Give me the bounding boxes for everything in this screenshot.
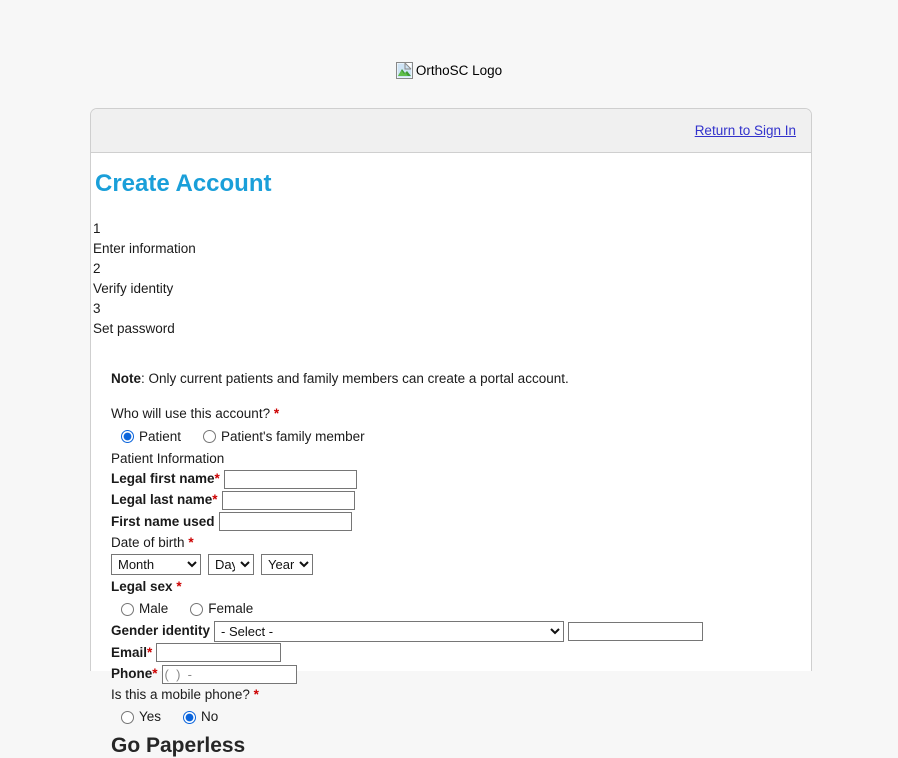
step-number-1: 1 — [93, 219, 811, 239]
legal-first-name-required-marker: * — [215, 469, 220, 489]
mobile-phone-question-label: Is this a mobile phone? * — [111, 685, 811, 705]
dob-day-select[interactable]: Day — [208, 554, 254, 575]
legal-last-name-row: Legal last name * — [111, 490, 811, 510]
legal-sex-option-female[interactable]: Female — [190, 599, 253, 619]
progress-steps: 1 Enter information 2 Verify identity 3 … — [91, 219, 811, 339]
gender-identity-row: Gender identity - Select - — [111, 621, 811, 642]
legal-sex-label: Legal sex * — [111, 577, 811, 597]
go-paperless-heading: Go Paperless — [111, 734, 811, 758]
legal-sex-option-male-label: Male — [139, 599, 168, 619]
legal-sex-option-female-label: Female — [208, 599, 253, 619]
legal-first-name-input[interactable] — [224, 470, 357, 489]
step-item-3: 3 Set password — [93, 299, 811, 339]
who-option-family-member[interactable]: Patient's family member — [203, 427, 365, 447]
panel-header: Return to Sign In — [91, 109, 811, 153]
who-required-marker: * — [274, 406, 279, 421]
step-label-3: Set password — [93, 319, 811, 339]
mobile-phone-radio-yes[interactable] — [121, 711, 134, 724]
legal-sex-option-male[interactable]: Male — [121, 599, 168, 619]
who-radio-patient[interactable] — [121, 430, 134, 443]
who-option-patient-label: Patient — [139, 427, 181, 447]
step-number-2: 2 — [93, 259, 811, 279]
legal-first-name-label: Legal first name — [111, 469, 215, 489]
mobile-phone-radio-no[interactable] — [183, 711, 196, 724]
step-label-2: Verify identity — [93, 279, 811, 299]
panel-body: Create Account 1 Enter information 2 Ver… — [91, 171, 811, 758]
mobile-phone-option-yes-label: Yes — [139, 707, 161, 727]
who-question-label: Who will use this account? * — [111, 404, 811, 424]
note-separator: : — [141, 371, 149, 386]
step-label-1: Enter information — [93, 239, 811, 259]
who-option-patient[interactable]: Patient — [121, 427, 181, 447]
phone-input[interactable] — [162, 665, 297, 684]
create-account-panel: Return to Sign In Create Account 1 Enter… — [90, 108, 812, 671]
note-text: Note: Only current patients and family m… — [111, 369, 811, 389]
first-name-used-row: First name used — [111, 512, 811, 532]
logo-broken-image: OrthoSC Logo — [396, 62, 502, 79]
legal-sex-label-text: Legal sex — [111, 579, 173, 594]
who-radio-group: Patient Patient's family member — [111, 427, 811, 447]
legal-last-name-label: Legal last name — [111, 490, 212, 510]
legal-sex-radio-female[interactable] — [190, 603, 203, 616]
mobile-phone-option-no-label: No — [201, 707, 218, 727]
email-input[interactable] — [156, 643, 281, 662]
page-title: Create Account — [95, 171, 811, 197]
logo-alt-text: OrthoSC Logo — [416, 64, 502, 78]
dob-year-select[interactable]: Year — [261, 554, 313, 575]
return-to-sign-in-link[interactable]: Return to Sign In — [695, 123, 796, 138]
phone-required-marker: * — [152, 664, 157, 684]
email-required-marker: * — [147, 643, 152, 663]
legal-last-name-required-marker: * — [212, 490, 217, 510]
date-of-birth-label-text: Date of birth — [111, 535, 185, 550]
first-name-used-input[interactable] — [219, 512, 352, 531]
gender-identity-select[interactable]: - Select - — [214, 621, 564, 642]
step-item-1: 1 Enter information — [93, 219, 811, 259]
legal-sex-radio-group: Male Female — [111, 599, 811, 619]
first-name-used-label: First name used — [111, 512, 215, 532]
mobile-phone-required-marker: * — [254, 687, 259, 702]
mobile-phone-option-no[interactable]: No — [183, 707, 218, 727]
gender-identity-other-input[interactable] — [568, 622, 703, 641]
create-account-form: Note: Only current patients and family m… — [91, 369, 811, 758]
who-radio-family-member[interactable] — [203, 430, 216, 443]
legal-first-name-row: Legal first name * — [111, 469, 811, 489]
step-number-3: 3 — [93, 299, 811, 319]
logo-band: OrthoSC Logo — [0, 0, 898, 110]
date-of-birth-label: Date of birth * — [111, 533, 811, 553]
email-row: Email * — [111, 643, 811, 663]
who-option-family-member-label: Patient's family member — [221, 427, 365, 447]
mobile-phone-option-yes[interactable]: Yes — [121, 707, 161, 727]
note-prefix: Note — [111, 371, 141, 386]
date-of-birth-required-marker: * — [188, 535, 193, 550]
phone-row: Phone * — [111, 664, 811, 684]
phone-label: Phone — [111, 664, 152, 684]
patient-information-section-label: Patient Information — [111, 449, 811, 469]
step-item-2: 2 Verify identity — [93, 259, 811, 299]
legal-sex-required-marker: * — [176, 579, 181, 594]
note-body: Only current patients and family members… — [149, 371, 569, 386]
legal-sex-radio-male[interactable] — [121, 603, 134, 616]
date-of-birth-row: Month Day Year — [111, 554, 811, 575]
email-label: Email — [111, 643, 147, 663]
mobile-phone-question-text: Is this a mobile phone? — [111, 687, 250, 702]
dob-month-select[interactable]: Month — [111, 554, 201, 575]
legal-last-name-input[interactable] — [222, 491, 355, 510]
who-question-text: Who will use this account? — [111, 406, 270, 421]
mobile-phone-radio-group: Yes No — [111, 707, 811, 727]
gender-identity-label: Gender identity — [111, 621, 210, 641]
broken-image-icon — [396, 62, 413, 79]
